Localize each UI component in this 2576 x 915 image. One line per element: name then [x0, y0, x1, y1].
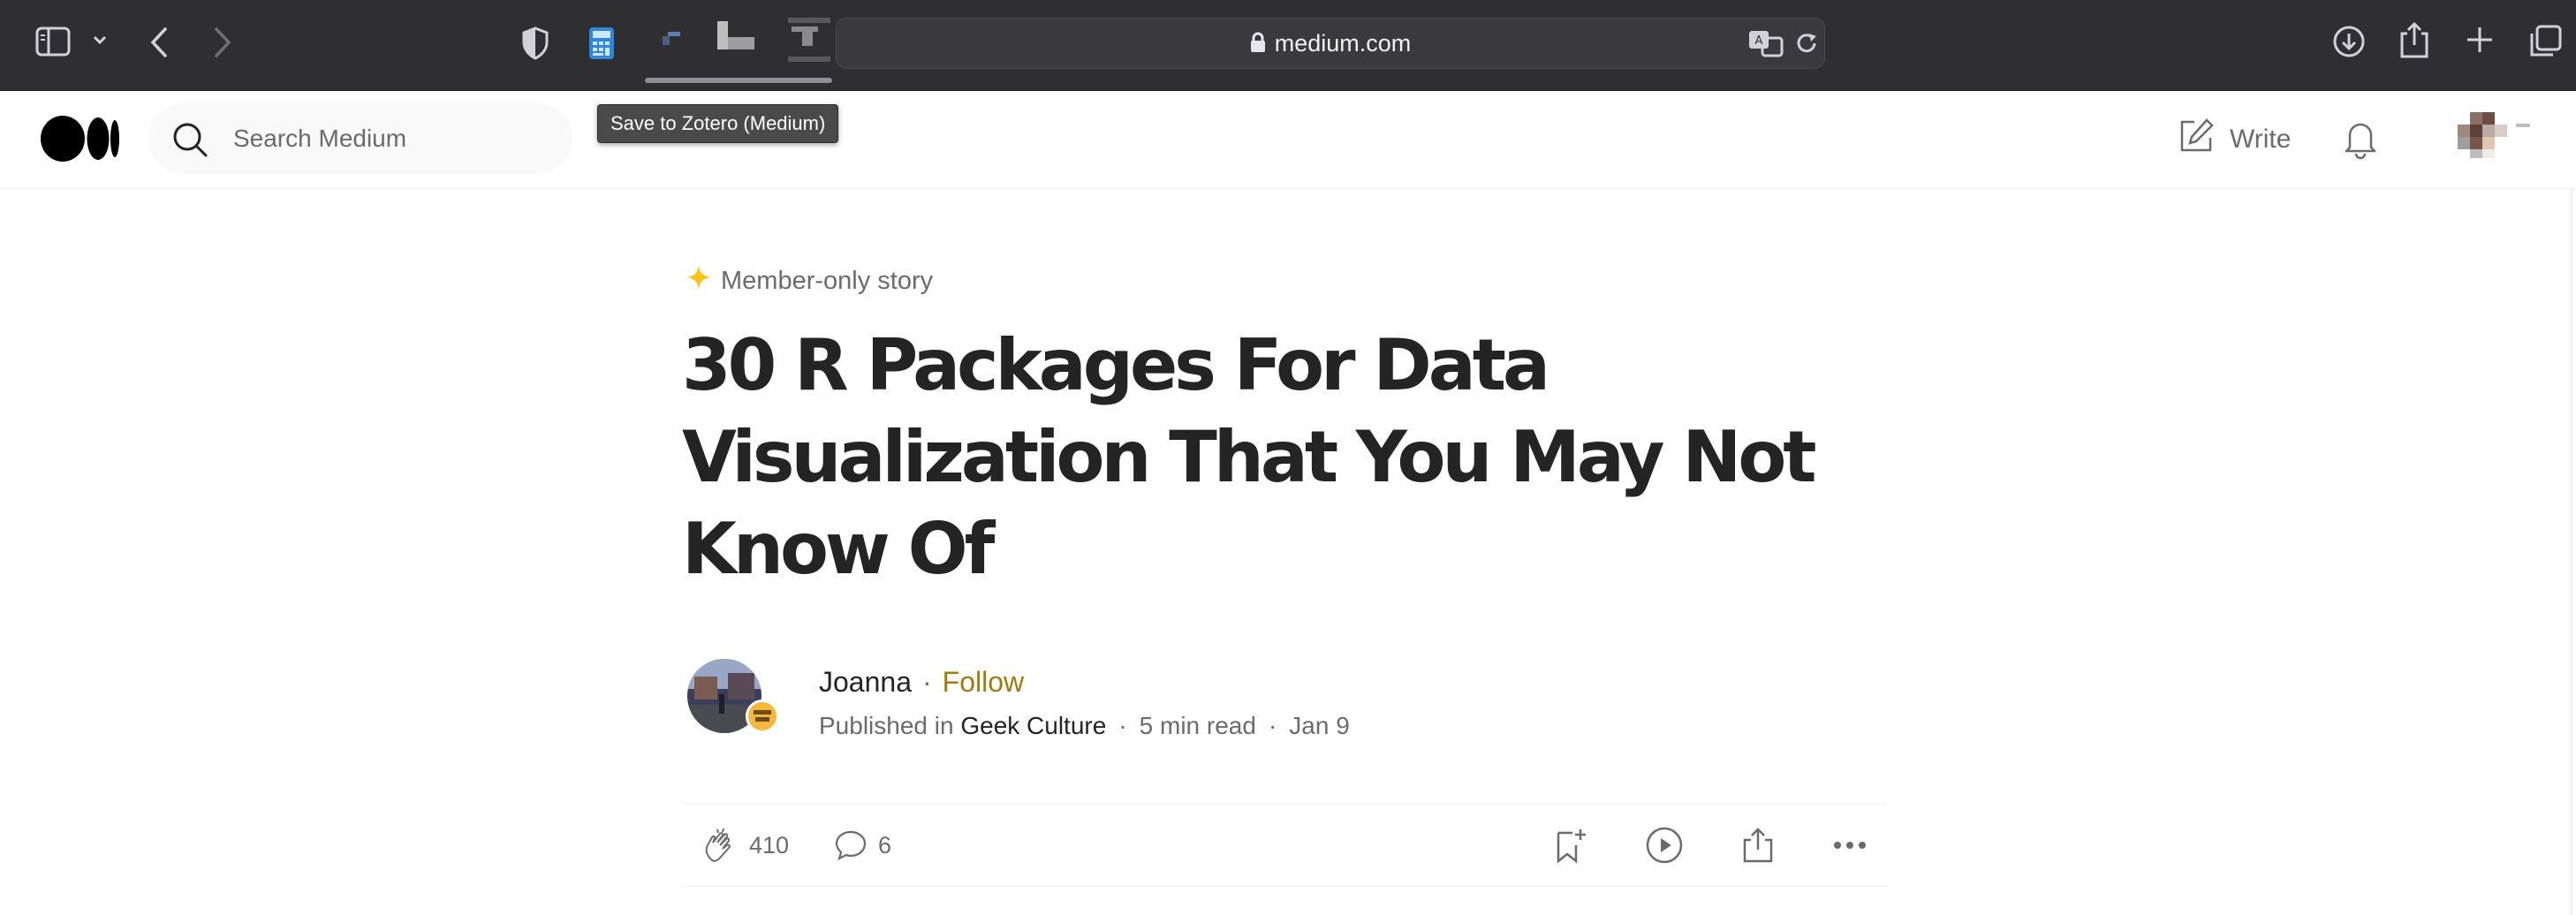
reload-icon[interactable] [1794, 31, 1819, 56]
search-bar[interactable]: Search Medium [148, 103, 572, 174]
extension-tooltip: Save to Zotero (Medium) [597, 104, 839, 143]
publication-link[interactable]: Geek Culture [960, 712, 1106, 739]
write-button[interactable]: Write [2177, 116, 2291, 163]
back-icon[interactable] [148, 26, 170, 58]
calculator-icon[interactable] [588, 26, 615, 60]
translate-icon[interactable]: A [1748, 29, 1784, 57]
separator-dot: · [1118, 712, 1127, 739]
chevron-down-icon[interactable] [92, 34, 108, 46]
play-icon [1645, 826, 1684, 865]
svg-text:A: A [1755, 34, 1763, 48]
write-icon [2177, 117, 2216, 163]
tabs-icon[interactable] [2528, 25, 2562, 58]
article-action-bar: 410 6 [684, 804, 1887, 887]
read-time: 5 min read [1139, 712, 1256, 739]
clap-button[interactable]: 410 [701, 805, 789, 886]
publication-badge [746, 699, 779, 733]
zotero-extension-icon[interactable] [661, 32, 682, 46]
sidebar-icon[interactable] [35, 26, 71, 57]
plus-icon[interactable] [2465, 25, 2495, 55]
bookmark-button[interactable] [1553, 805, 1588, 886]
page-scrollbar[interactable] [2571, 189, 2572, 915]
address-bar[interactable]: medium.com A [836, 18, 1825, 69]
comment-icon [834, 828, 868, 862]
author-line: Joanna · Follow [819, 664, 1024, 699]
separator-dot: · [921, 666, 932, 698]
url-text: medium.com [1274, 30, 1412, 57]
write-label: Write [2230, 125, 2292, 154]
extension-icon[interactable] [717, 21, 756, 51]
published-prefix: Published in [819, 712, 954, 739]
bookmark-add-icon [1553, 826, 1588, 865]
chevron-down-icon[interactable] [2516, 124, 2530, 127]
more-icon [1832, 840, 1868, 851]
author-avatar[interactable] [687, 659, 779, 740]
publish-date: Jan 9 [1289, 712, 1350, 739]
share-icon [1742, 827, 1774, 864]
clap-icon [701, 827, 739, 864]
member-only-badge: Member-only story [686, 263, 933, 299]
active-extension-indicator [645, 78, 832, 83]
user-avatar[interactable] [2458, 109, 2507, 158]
medium-logo[interactable] [41, 115, 122, 167]
extension-icon[interactable] [788, 18, 830, 64]
member-only-label: Member-only story [721, 266, 934, 295]
site-header: Search Medium Write [0, 91, 2576, 189]
listen-button[interactable] [1645, 805, 1684, 886]
shield-icon[interactable] [521, 26, 549, 60]
author-name[interactable]: Joanna [819, 666, 912, 698]
more-options-button[interactable] [1832, 805, 1868, 886]
share-article-button[interactable] [1742, 805, 1774, 886]
follow-button[interactable]: Follow [943, 666, 1024, 698]
separator-dot: · [1268, 712, 1277, 739]
star-icon [686, 264, 712, 298]
responses-button[interactable]: 6 [834, 805, 891, 886]
forward-icon[interactable] [212, 26, 233, 58]
search-icon [171, 121, 208, 163]
bell-icon[interactable] [2343, 117, 2378, 164]
publication-line: Published in Geek Culture · 5 min read · Jan… [819, 710, 1350, 742]
article-title: 30 R Packages For Data Visualization Tha… [682, 324, 1817, 590]
response-count: 6 [878, 831, 892, 858]
clap-count: 410 [749, 831, 790, 858]
browser-toolbar: medium.com A [0, 0, 2576, 91]
download-icon[interactable] [2332, 25, 2366, 58]
lock-icon [1250, 20, 1266, 70]
search-input[interactable]: Search Medium [233, 103, 406, 174]
share-icon[interactable] [2399, 21, 2429, 58]
